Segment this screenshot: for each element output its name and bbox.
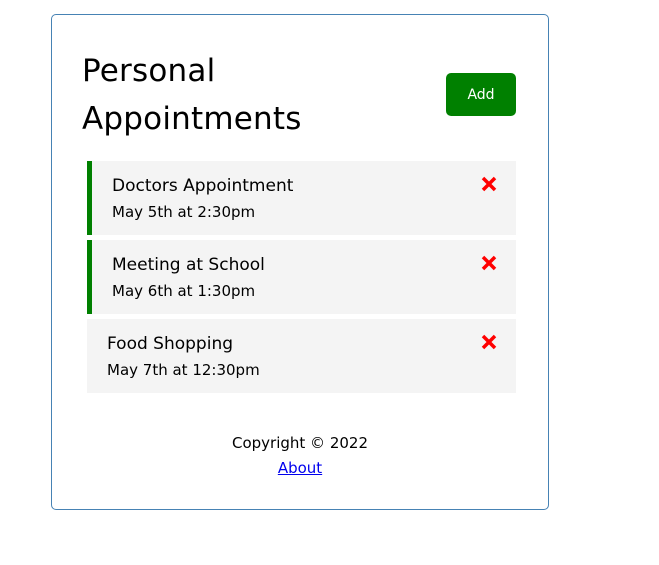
task-title: Food Shopping [107, 334, 234, 354]
times-icon[interactable] [480, 333, 498, 351]
copyright-text: Copyright © 2022 [231, 434, 368, 452]
task-date: May 6th at 1:30pm [112, 282, 256, 300]
task-item[interactable]: Food Shopping May 7th at 12:30pm [87, 319, 516, 393]
about-link[interactable]: About [278, 459, 322, 477]
task-item[interactable]: Doctors Appointment May 5th at 2:30pm [87, 161, 516, 235]
page-title: Personal Appointments [82, 53, 302, 137]
footer: Copyright © 2022 About [52, 431, 548, 481]
task-item[interactable]: Meeting at School May 6th at 1:30pm [87, 240, 516, 314]
add-button[interactable]: Add [446, 73, 516, 116]
task-title: Doctors Appointment [112, 176, 294, 196]
task-date: May 7th at 12:30pm [107, 361, 260, 379]
times-icon[interactable] [480, 254, 498, 272]
task-title: Meeting at School [112, 255, 265, 275]
app-header: Personal Appointments Add [82, 47, 516, 143]
app-container: Personal Appointments Add Doctors Appoin… [51, 14, 549, 510]
task-date: May 5th at 2:30pm [112, 203, 256, 221]
times-icon[interactable] [480, 175, 498, 193]
